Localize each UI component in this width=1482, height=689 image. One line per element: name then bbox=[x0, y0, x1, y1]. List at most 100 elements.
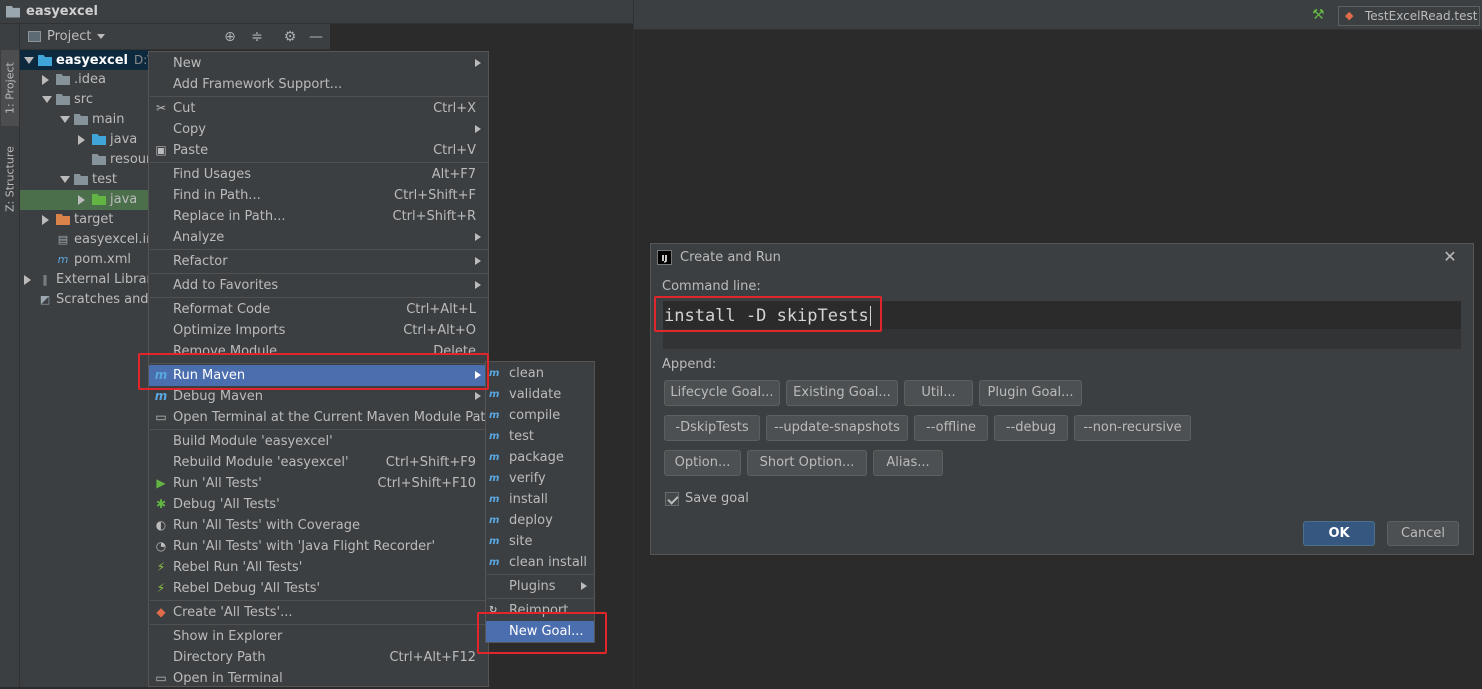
menu-item-new[interactable]: New bbox=[149, 53, 488, 74]
submenu-arrow-icon bbox=[475, 281, 481, 289]
tree-node-idea[interactable]: .idea bbox=[20, 70, 150, 90]
menu-item-show-in-explorer[interactable]: Show in Explorer bbox=[149, 626, 488, 647]
maven-goal-package[interactable]: m package bbox=[486, 447, 594, 468]
menu-item-open-terminal-at-the-current-maven-module-path[interactable]: ▭ Open Terminal at the Current Maven Modu… bbox=[149, 407, 493, 428]
append-button-plugin-goal[interactable]: Plugin Goal... bbox=[979, 380, 1082, 406]
chevron-down-icon[interactable] bbox=[97, 34, 106, 39]
ok-button[interactable]: OK bbox=[1303, 521, 1375, 546]
gear-icon[interactable]: ⚙ bbox=[282, 29, 298, 45]
append-button-util[interactable]: Util... bbox=[904, 380, 973, 406]
menu-item-run-all-tests-with-coverage[interactable]: ◐ Run 'All Tests' with Coverage bbox=[149, 515, 488, 536]
append-button-short-option[interactable]: Short Option... bbox=[747, 450, 867, 476]
menu-item-paste[interactable]: ▣ Paste Ctrl+V bbox=[149, 140, 488, 161]
append-button-dskiptests[interactable]: -DskipTests bbox=[664, 415, 760, 441]
menu-item-shortcut: Ctrl+Alt+F12 bbox=[389, 650, 476, 665]
maven-goal-clean[interactable]: m clean bbox=[486, 363, 594, 384]
collapsed-arrow-icon[interactable] bbox=[42, 214, 49, 225]
tree-node-src[interactable]: src bbox=[20, 90, 150, 110]
menu-item-create-all-tests[interactable]: ◆ Create 'All Tests'... bbox=[149, 602, 488, 623]
folder-blue-icon bbox=[92, 134, 106, 145]
collapsed-arrow-icon[interactable] bbox=[78, 194, 85, 205]
append-button-non-recursive[interactable]: --non-recursive bbox=[1074, 415, 1191, 441]
collapsed-arrow-icon[interactable] bbox=[24, 274, 31, 285]
save-goal-checkbox[interactable]: Save goal bbox=[665, 491, 749, 506]
append-button-offline[interactable]: --offline bbox=[914, 415, 988, 441]
run-maven-submenu: m clean m validate m compile m test m package m ver… bbox=[485, 361, 595, 643]
project-panel-header: Project ⊕ ≑ ⚙ — bbox=[20, 24, 330, 50]
menu-item-reformat-code[interactable]: Reformat Code Ctrl+Alt+L bbox=[149, 299, 488, 320]
menu-separator bbox=[150, 249, 488, 250]
maven-goal-site[interactable]: m site bbox=[486, 531, 594, 552]
menu-item-directory-path[interactable]: Directory Path Ctrl+Alt+F12 bbox=[149, 647, 488, 668]
collapsed-arrow-icon[interactable] bbox=[78, 134, 85, 145]
menu-item-run-all-tests[interactable]: ▶ Run 'All Tests' Ctrl+Shift+F10 bbox=[149, 473, 488, 494]
expanded-arrow-icon[interactable] bbox=[60, 176, 70, 183]
tree-node-main[interactable]: main bbox=[20, 110, 150, 130]
append-button-lifecycle-goal[interactable]: Lifecycle Goal... bbox=[664, 380, 780, 406]
menu-item-find-in-path[interactable]: Find in Path... Ctrl+Shift+F bbox=[149, 185, 488, 206]
close-icon[interactable]: ✕ bbox=[1442, 249, 1458, 265]
menu-item-label: Reformat Code bbox=[173, 302, 271, 317]
collapse-all-icon[interactable]: ≑ bbox=[249, 29, 265, 45]
append-button-option[interactable]: Option... bbox=[664, 450, 741, 476]
maven-goal-clean-install[interactable]: m clean install bbox=[486, 552, 594, 573]
maven-goal-install[interactable]: m install bbox=[486, 489, 594, 510]
menu-item-cut[interactable]: ✂ Cut Ctrl+X bbox=[149, 98, 488, 119]
maven-goal-verify[interactable]: m verify bbox=[486, 468, 594, 489]
tree-node-resour[interactable]: resour bbox=[20, 150, 151, 170]
append-button-existing-goal[interactable]: Existing Goal... bbox=[786, 380, 898, 406]
tree-node-external-librari[interactable]: ‖ External Librari bbox=[20, 270, 155, 290]
run-config-selector[interactable]: ◆ TestExcelRead.test bbox=[1338, 6, 1480, 26]
menu-item-rebel-debug-all-tests[interactable]: ⚡ Rebel Debug 'All Tests' bbox=[149, 578, 488, 599]
append-button-update-snapshots[interactable]: --update-snapshots bbox=[766, 415, 908, 441]
tree-node-java[interactable]: java bbox=[20, 190, 150, 210]
tab-project[interactable]: 1: Project bbox=[1, 50, 19, 126]
locate-icon[interactable]: ⊕ bbox=[222, 29, 238, 45]
append-button-debug[interactable]: --debug bbox=[994, 415, 1068, 441]
menu-item-rebuild-module-easyexcel[interactable]: Rebuild Module 'easyexcel' Ctrl+Shift+F9 bbox=[149, 452, 488, 473]
menu-item-find-usages[interactable]: Find Usages Alt+F7 bbox=[149, 164, 488, 185]
ide-title-bar: easyexcel bbox=[0, 0, 633, 24]
minimize-icon[interactable]: — bbox=[308, 29, 324, 45]
tree-node-test[interactable]: test bbox=[20, 170, 150, 190]
menu-item-shortcut: Ctrl+Alt+L bbox=[406, 302, 476, 317]
expanded-arrow-icon[interactable] bbox=[60, 116, 70, 123]
menu-item-replace-in-path[interactable]: Replace in Path... Ctrl+Shift+R bbox=[149, 206, 488, 227]
menu-item-copy[interactable]: Copy bbox=[149, 119, 488, 140]
expanded-arrow-icon[interactable] bbox=[42, 96, 52, 103]
menu-item-run-all-tests-with-java-flight-recorder[interactable]: ◔ Run 'All Tests' with 'Java Flight Recor… bbox=[149, 536, 488, 557]
menu-item-debug-all-tests[interactable]: ✱ Debug 'All Tests' bbox=[149, 494, 488, 515]
tab-structure[interactable]: Z: Structure bbox=[1, 136, 19, 222]
expanded-arrow-icon[interactable] bbox=[24, 57, 34, 64]
tree-node-easyexcel[interactable]: easyexcelD:\Id bbox=[20, 50, 162, 70]
build-hammer-icon[interactable]: ⚒ bbox=[1312, 7, 1328, 23]
tree-node-java[interactable]: java bbox=[20, 130, 150, 150]
maven-icon: m bbox=[489, 431, 500, 442]
menu-item-optimize-imports[interactable]: Optimize Imports Ctrl+Alt+O bbox=[149, 320, 488, 341]
tree-node-pom-xml[interactable]: m pom.xml bbox=[20, 250, 150, 270]
menu-item-add-to-favorites[interactable]: Add to Favorites bbox=[149, 275, 488, 296]
menu-item-add-framework-support[interactable]: Add Framework Support... bbox=[149, 74, 488, 95]
collapsed-arrow-icon[interactable] bbox=[42, 74, 49, 85]
maven-goal-test[interactable]: m test bbox=[486, 426, 594, 447]
menu-item-label: Cut bbox=[173, 101, 196, 116]
menu-separator bbox=[150, 624, 488, 625]
menu-item-build-module-easyexcel[interactable]: Build Module 'easyexcel' bbox=[149, 431, 488, 452]
tree-node-scratches-and-c[interactable]: ◩ Scratches and C bbox=[20, 290, 162, 310]
tree-node-easyexcel-im[interactable]: ▤ easyexcel.im bbox=[20, 230, 159, 250]
folder-gray-icon bbox=[56, 94, 70, 105]
append-button-alias[interactable]: Alias... bbox=[873, 450, 943, 476]
project-view-dropdown[interactable]: Project bbox=[47, 29, 91, 44]
menu-item-open-in-terminal[interactable]: ▭ Open in Terminal bbox=[149, 668, 488, 689]
tree-node-target[interactable]: target bbox=[20, 210, 150, 230]
menu-item-analyze[interactable]: Analyze bbox=[149, 227, 488, 248]
maven-goal-plugins[interactable]: Plugins bbox=[486, 576, 594, 597]
checkbox-checked-icon[interactable] bbox=[665, 491, 679, 506]
cancel-button[interactable]: Cancel bbox=[1387, 521, 1459, 546]
menu-item-refactor[interactable]: Refactor bbox=[149, 251, 488, 272]
maven-icon: m bbox=[489, 410, 500, 421]
maven-goal-validate[interactable]: m validate bbox=[486, 384, 594, 405]
maven-goal-deploy[interactable]: m deploy bbox=[486, 510, 594, 531]
menu-item-rebel-run-all-tests[interactable]: ⚡ Rebel Run 'All Tests' bbox=[149, 557, 488, 578]
maven-goal-compile[interactable]: m compile bbox=[486, 405, 594, 426]
